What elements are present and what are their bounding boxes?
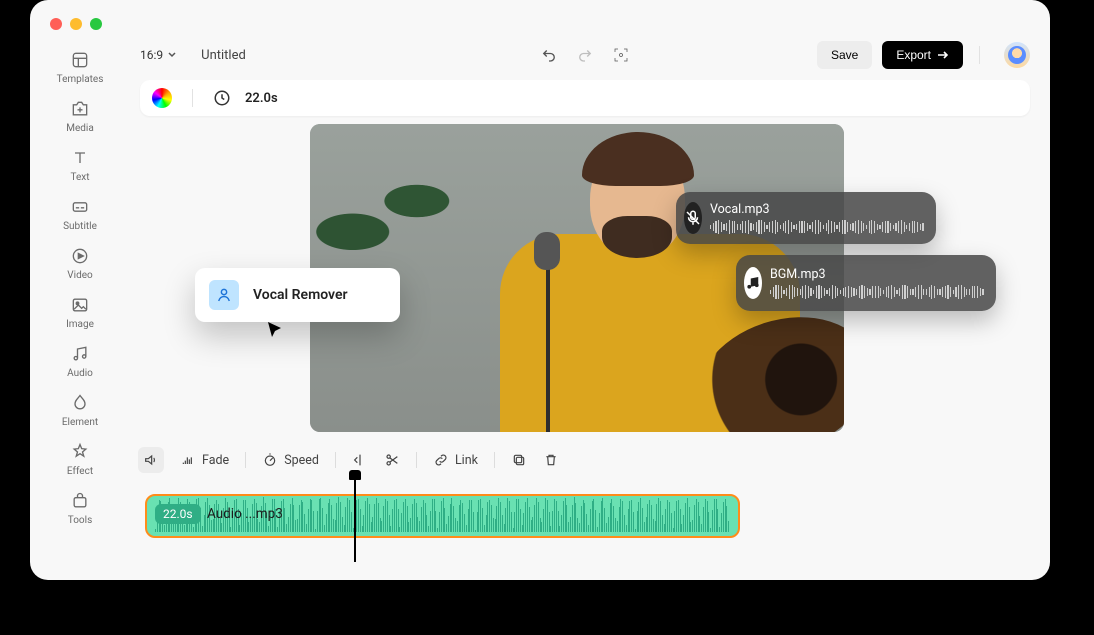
speed-label: Speed [284, 453, 319, 468]
clock-icon [213, 89, 231, 107]
templates-icon [70, 50, 90, 70]
muted-mic-icon [684, 202, 702, 234]
link-icon [433, 452, 449, 468]
vocal-filename: Vocal.mp3 [710, 202, 924, 217]
sidebar-item-label: Element [62, 417, 98, 428]
aspect-ratio-dropdown[interactable]: 16:9 [140, 48, 177, 62]
sidebar-item-label: Media [66, 123, 94, 134]
audio-icon [70, 344, 90, 364]
sidebar-item-label: Audio [67, 368, 93, 379]
sidebar-item-label: Image [66, 319, 94, 330]
export-label: Export [896, 48, 931, 62]
tools-icon [70, 491, 90, 511]
media-icon [70, 99, 90, 119]
history-controls [540, 46, 630, 64]
duration-display: 22.0s [245, 91, 278, 106]
fade-button[interactable]: Fade [180, 452, 229, 468]
split-left-button[interactable] [352, 452, 368, 468]
separator [335, 452, 336, 468]
split-button[interactable] [384, 452, 400, 468]
separator [494, 452, 495, 468]
top-toolbar: 16:9 Untitled Save Export [140, 40, 1030, 70]
scissors-icon [384, 452, 400, 468]
copy-icon [511, 452, 527, 468]
person-icon [209, 280, 239, 310]
audio-output-vocal[interactable]: Vocal.mp3 [676, 192, 936, 244]
sidebar-item-subtitle[interactable]: Subtitle [63, 197, 97, 232]
image-icon [70, 295, 90, 315]
aspect-ratio-label: 16:9 [140, 48, 163, 62]
user-avatar[interactable] [1004, 42, 1030, 68]
sidebar-item-label: Video [67, 270, 92, 281]
info-bar: 22.0s [140, 80, 1030, 116]
sidebar-item-image[interactable]: Image [66, 295, 94, 330]
fade-label: Fade [202, 453, 229, 468]
project-title[interactable]: Untitled [201, 48, 246, 63]
audio-track-clip[interactable]: 22.0s Audio ...mp3 [145, 494, 740, 538]
speed-button[interactable]: Speed [262, 452, 319, 468]
bgm-filename: BGM.mp3 [770, 267, 984, 282]
trash-icon [543, 452, 559, 468]
sidebar-item-templates[interactable]: Templates [57, 50, 104, 85]
subtitle-icon [70, 197, 90, 217]
context-menu-vocal-remover[interactable]: Vocal Remover [195, 268, 400, 322]
copy-button[interactable] [511, 452, 527, 468]
link-label: Link [455, 453, 478, 468]
sidebar-item-label: Effect [67, 466, 93, 477]
undo-icon[interactable] [540, 46, 558, 64]
delete-button[interactable] [543, 452, 559, 468]
text-icon [70, 148, 90, 168]
arrow-right-icon [937, 50, 949, 60]
minimize-window-button[interactable] [70, 18, 82, 30]
sidebar-item-media[interactable]: Media [66, 99, 94, 134]
sidebar-item-audio[interactable]: Audio [67, 344, 93, 379]
sidebar-item-video[interactable]: Video [67, 246, 92, 281]
sidebar-item-label: Templates [57, 74, 104, 85]
separator [192, 89, 193, 107]
waveform-icon [710, 220, 924, 234]
link-button[interactable]: Link [433, 452, 478, 468]
video-icon [70, 246, 90, 266]
redo-icon[interactable] [576, 46, 594, 64]
speed-icon [262, 452, 278, 468]
app-window: Templates Media Text Subtitle Video Imag… [30, 0, 1050, 580]
window-controls [50, 18, 102, 30]
sidebar-item-effect[interactable]: Effect [67, 442, 93, 477]
music-note-icon [744, 267, 762, 299]
separator [416, 452, 417, 468]
sidebar-item-label: Tools [68, 515, 92, 526]
color-picker-icon[interactable] [152, 88, 172, 108]
save-button[interactable]: Save [817, 41, 872, 69]
fade-icon [180, 452, 196, 468]
clip-time-badge: 22.0s [155, 504, 201, 524]
maximize-window-button[interactable] [90, 18, 102, 30]
sidebar-item-label: Subtitle [63, 221, 97, 232]
export-button[interactable]: Export [882, 41, 963, 69]
audio-output-bgm[interactable]: BGM.mp3 [736, 255, 996, 311]
focus-icon[interactable] [612, 46, 630, 64]
waveform-icon [770, 285, 984, 299]
sidebar-item-text[interactable]: Text [70, 148, 90, 183]
cursor-icon [266, 320, 286, 340]
split-left-icon [352, 452, 368, 468]
sidebar-item-tools[interactable]: Tools [68, 491, 92, 526]
volume-button[interactable] [138, 447, 164, 473]
effect-icon [70, 442, 90, 462]
element-icon [70, 393, 90, 413]
clip-filename: Audio ...mp3 [207, 506, 283, 522]
chevron-down-icon [167, 50, 177, 60]
close-window-button[interactable] [50, 18, 62, 30]
playhead[interactable] [354, 474, 356, 562]
sidebar-item-element[interactable]: Element [62, 393, 98, 428]
left-sidebar: Templates Media Text Subtitle Video Imag… [30, 40, 130, 526]
clip-toolbar: Fade Speed Link [138, 446, 1030, 474]
context-menu-label: Vocal Remover [253, 287, 348, 303]
separator [979, 46, 980, 64]
sidebar-item-label: Text [70, 172, 89, 183]
separator [245, 452, 246, 468]
